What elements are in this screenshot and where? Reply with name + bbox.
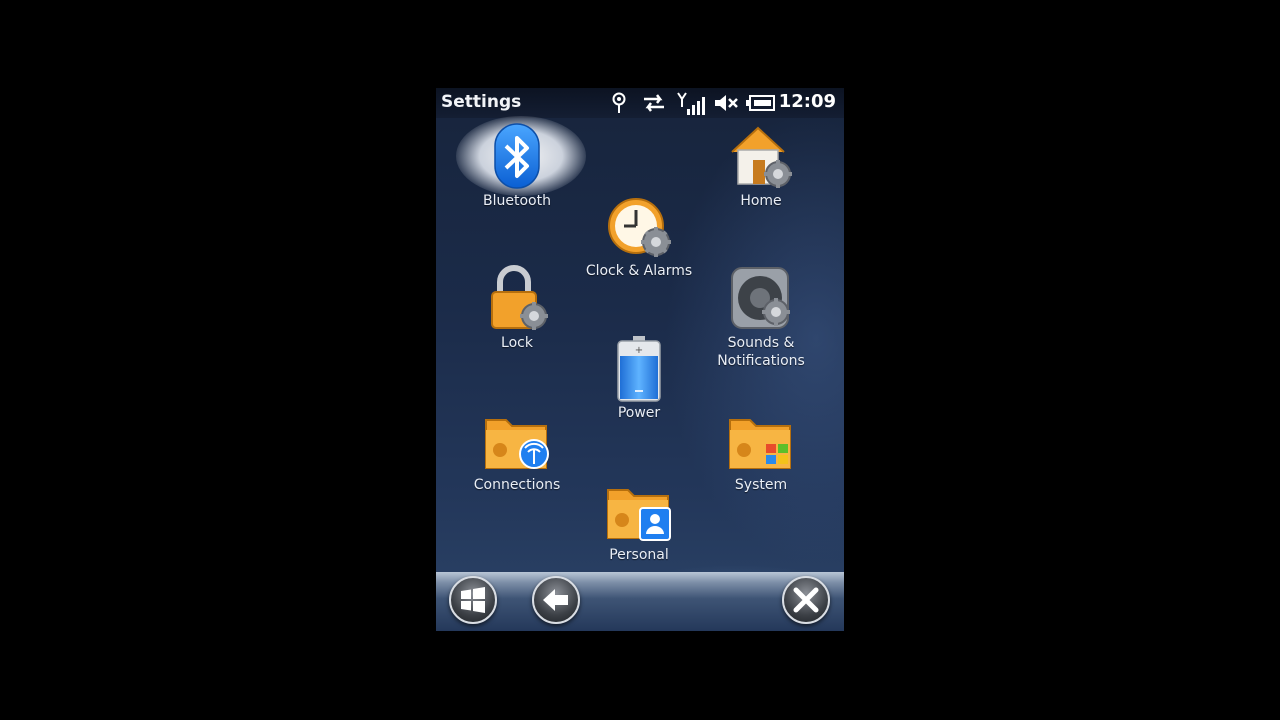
tile-label: Power [617,405,661,421]
taskbar [436,572,844,631]
system-folder-icon [726,406,796,476]
battery-status-icon[interactable] [744,91,776,119]
tile-personal[interactable]: Personal [578,476,700,564]
close-button[interactable] [782,576,830,624]
page-title: Settings [441,92,522,112]
tile-power[interactable]: + Power [578,334,700,422]
tile-label: Connections [473,477,561,493]
start-button[interactable] [449,576,497,624]
tile-label: Personal [609,547,669,563]
speaker-icon [726,264,796,334]
close-icon [793,587,819,613]
back-button[interactable] [532,576,580,624]
data-sync-icon[interactable] [640,91,668,119]
tile-sounds-notifications[interactable]: Sounds & Notifications [700,264,822,370]
padlock-icon [482,264,552,334]
tile-home[interactable]: Home [700,122,822,210]
tile-system[interactable]: System [700,406,822,494]
signal-strength-icon[interactable] [676,91,706,121]
device-screen: Settings 12:09 Bluetooth Clock & Alarms … [436,88,844,631]
windows-start-icon [461,587,485,613]
volume-muted-icon[interactable] [712,91,740,119]
back-arrow-icon [543,589,568,611]
tile-label: Sounds & Notifications [717,335,805,369]
tile-clock-alarms[interactable]: Clock & Alarms [578,192,700,280]
tile-label: System [734,477,788,493]
clock-alarm-icon [604,192,674,262]
bluetooth-icon [482,122,552,192]
svg-text:+: + [635,345,643,356]
tile-label: Home [740,193,782,209]
tile-label: Bluetooth [483,193,551,209]
tile-bluetooth[interactable]: Bluetooth [456,122,578,210]
tile-connections[interactable]: Connections [456,406,578,494]
battery-icon: + [604,334,674,404]
tile-label: Lock [501,335,533,351]
home-settings-icon [726,122,796,192]
status-bar: Settings 12:09 [436,88,844,118]
tile-lock[interactable]: Lock [456,264,578,352]
personal-folder-icon [604,476,674,546]
connections-folder-icon [482,406,552,476]
tile-label: Clock & Alarms [585,263,693,279]
location-pin-icon[interactable] [610,91,628,119]
clock-time[interactable]: 12:09 [779,91,836,112]
